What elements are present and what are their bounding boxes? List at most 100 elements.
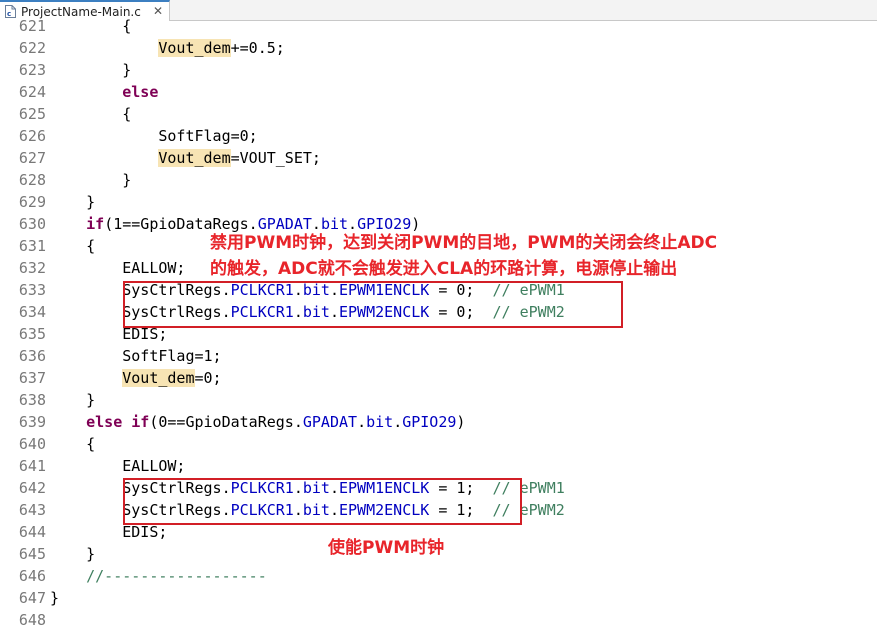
code-text[interactable]: {: [50, 433, 95, 455]
line-number: 636: [18, 347, 46, 365]
code-token: }: [50, 391, 96, 409]
code-token: ): [456, 413, 466, 431]
line-number: 648: [18, 611, 46, 629]
line-number: 630: [18, 215, 46, 233]
line-number: 645: [18, 545, 46, 563]
code-text[interactable]: SoftFlag=1;: [50, 345, 222, 367]
code-token: EDIS;: [50, 523, 168, 541]
code-text[interactable]: }: [50, 59, 131, 81]
code-text[interactable]: }: [50, 543, 95, 565]
code-line[interactable]: 628 }: [0, 169, 877, 191]
code-field: GPIO29: [402, 413, 457, 431]
line-number: 632: [18, 259, 46, 277]
line-number: 644: [18, 523, 46, 541]
line-number: 629: [18, 193, 46, 211]
code-text[interactable]: Vout_dem+=0.5;: [50, 37, 285, 59]
code-text[interactable]: Vout_dem=VOUT_SET;: [50, 147, 321, 169]
code-text[interactable]: {: [50, 103, 131, 125]
line-number: 631: [18, 237, 46, 255]
code-text[interactable]: EALLOW;: [50, 455, 185, 477]
code-token: .: [393, 413, 403, 431]
code-text[interactable]: //------------------: [50, 565, 267, 587]
line-number: 638: [18, 391, 46, 409]
code-field: bit: [366, 413, 394, 431]
code-line[interactable]: 624 else: [0, 81, 877, 103]
code-token: {: [50, 17, 132, 35]
code-keyword: else if: [86, 413, 150, 431]
code-token: =VOUT_SET;: [230, 149, 321, 167]
line-number: 623: [18, 61, 46, 79]
code-line[interactable]: 636 SoftFlag=1;: [0, 345, 877, 367]
code-token: }: [50, 193, 96, 211]
line-number: 622: [18, 39, 46, 57]
line-number: 635: [18, 325, 46, 343]
code-token: =0;: [194, 369, 222, 387]
code-line[interactable]: 622 Vout_dem+=0.5;: [0, 37, 877, 59]
code-field: GPADAT: [302, 413, 358, 431]
code-token: {: [50, 105, 132, 123]
code-line[interactable]: 626 SoftFlag=0;: [0, 125, 877, 147]
code-line[interactable]: 637 Vout_dem=0;: [0, 367, 877, 389]
code-text[interactable]: }: [50, 389, 95, 411]
code-line[interactable]: 646 //------------------: [0, 565, 877, 587]
line-number: 624: [18, 83, 46, 101]
code-text[interactable]: else if(0==GpioDataRegs.GPADAT.bit.GPIO2…: [50, 411, 465, 433]
code-line[interactable]: 641 EALLOW;: [0, 455, 877, 477]
annotation-disable-clock: 禁用PWM时钟，达到关闭PWM的目地，PWM的关闭会终止ADC 的触发，ADC就…: [210, 233, 718, 279]
code-keyword: if: [86, 215, 105, 233]
code-highlight: Vout_dem: [158, 39, 231, 57]
code-token: }: [50, 171, 132, 189]
code-text[interactable]: SoftFlag=0;: [50, 125, 257, 147]
code-line[interactable]: 625 {: [0, 103, 877, 125]
line-number: 627: [18, 149, 46, 167]
code-token: }: [50, 61, 132, 79]
line-number: 640: [18, 435, 46, 453]
code-line[interactable]: 640 {: [0, 433, 877, 455]
line-number: 646: [18, 567, 46, 585]
code-text[interactable]: }: [50, 169, 131, 191]
annotation-enable-clock: 使能PWM时钟: [328, 538, 445, 558]
code-token: .: [357, 413, 367, 431]
code-highlight: Vout_dem: [122, 369, 195, 387]
code-token: SoftFlag=1;: [50, 347, 222, 365]
code-token: EALLOW;: [50, 259, 186, 277]
line-number: 621: [18, 17, 46, 35]
line-number: 639: [18, 413, 46, 431]
code-text[interactable]: }: [50, 587, 59, 609]
code-token: (0==GpioDataRegs.: [149, 413, 303, 431]
code-text[interactable]: EALLOW;: [50, 257, 185, 279]
code-line[interactable]: 621 {: [0, 15, 877, 37]
code-line[interactable]: 639 else if(0==GpioDataRegs.GPADAT.bit.G…: [0, 411, 877, 433]
code-line[interactable]: 623 }: [0, 59, 877, 81]
code-text[interactable]: Vout_dem=0;: [50, 367, 222, 389]
code-token: }: [50, 589, 60, 607]
code-line[interactable]: 629 }: [0, 191, 877, 213]
code-text[interactable]: {: [50, 15, 131, 37]
code-line[interactable]: 627 Vout_dem=VOUT_SET;: [0, 147, 877, 169]
code-line[interactable]: 648: [0, 609, 877, 631]
code-line[interactable]: 638 }: [0, 389, 877, 411]
line-number: 628: [18, 171, 46, 189]
code-token: +=0.5;: [230, 39, 285, 57]
code-token: {: [50, 237, 96, 255]
line-number: 634: [18, 303, 46, 321]
code-keyword: else: [122, 83, 159, 101]
code-comment: //------------------: [86, 567, 267, 585]
line-number: 625: [18, 105, 46, 123]
code-line[interactable]: 647}: [0, 587, 877, 609]
line-number: 633: [18, 281, 46, 299]
line-number: 643: [18, 501, 46, 519]
annotation-box-enable-clock: [123, 478, 522, 525]
code-token: EALLOW;: [50, 457, 186, 475]
code-text[interactable]: {: [50, 235, 95, 257]
line-number: 637: [18, 369, 46, 387]
code-text[interactable]: }: [50, 191, 95, 213]
code-text[interactable]: else: [50, 81, 158, 103]
